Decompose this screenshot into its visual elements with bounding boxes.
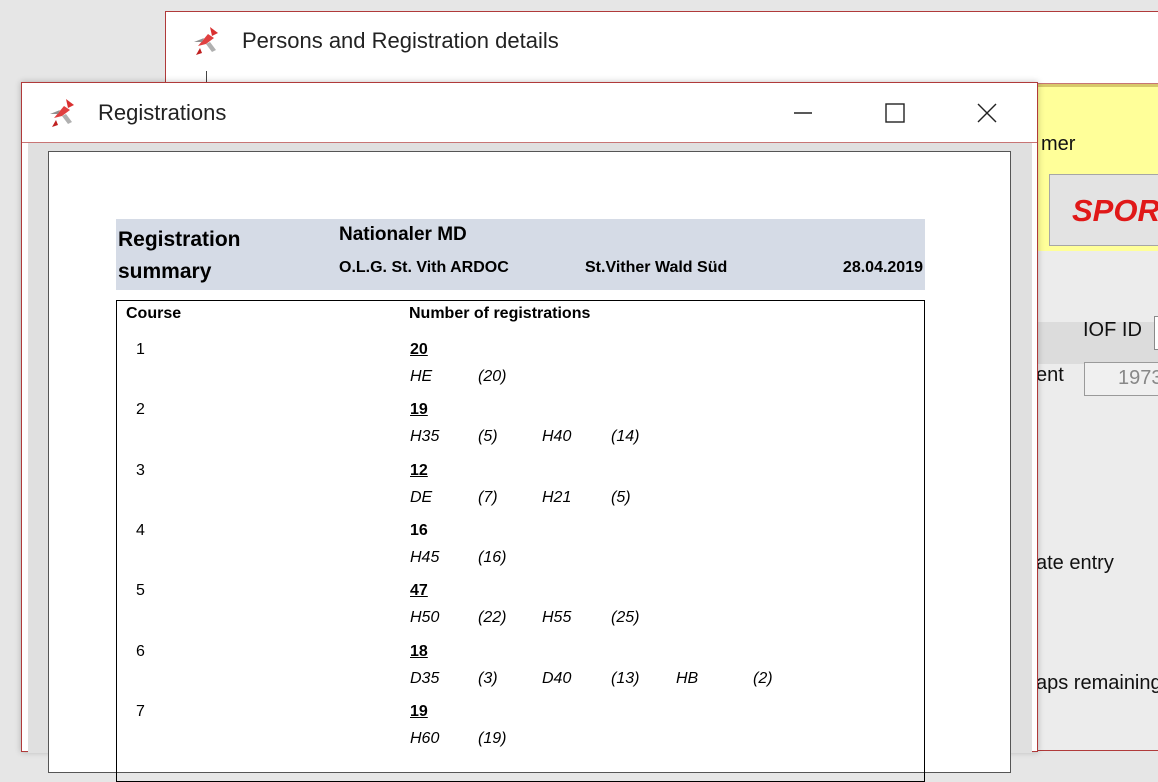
class-name: DE [410,488,433,506]
course-total: 19 [410,401,428,419]
course-total: 16 [410,521,428,539]
class-name: HE [410,368,433,385]
table-row: 1 20 HE (20) [117,341,924,402]
app-runner-icon [46,96,80,130]
summary-header: Registration summary Nationaler MD O.L.G… [116,219,925,290]
class-name: H21 [542,488,572,506]
label-mer: mer [1041,133,1076,155]
table-row: 5 47 H50 (22) H55 (25) [117,582,924,643]
class-count: (7) [478,488,498,506]
class-count: (5) [611,488,631,506]
class-count: (22) [478,609,507,627]
course-total: 12 [410,461,428,479]
map-name: St.Vither Wald Süd [585,259,728,276]
minimize-button[interactable] [780,83,826,141]
class-count: (20) [478,368,507,385]
event-name: Nationaler MD [339,224,467,245]
class-count: (2) [753,669,773,687]
course-total: 20 [410,341,428,358]
minimize-icon [794,112,812,114]
table-row: 2 19 H35 (5) H40 (14) [117,401,924,462]
class-name: H50 [410,609,440,627]
close-icon [977,103,997,123]
club-name: O.L.G. St. Vith ARDOC [339,259,509,276]
course-number: 6 [136,642,145,660]
birth-year-field[interactable]: 1973 [1084,362,1158,396]
course-number: 3 [136,461,145,479]
table-row: 4 16 H45 (16) [117,522,924,583]
report-title-line1: Registration [118,228,241,251]
registrations-table: Course Number of registrations 1 20 HE (20)… [116,300,925,782]
window-title: Registrations [98,100,227,125]
class-name: HB [676,669,699,687]
column-header-course: Course [126,305,182,322]
course-total: 47 [410,582,428,600]
course-total: 18 [410,642,428,660]
report-page: Registration summary Nationaler MD O.L.G… [48,151,1011,782]
late-entry-label: ate entry [1036,552,1114,574]
class-count: (19) [478,729,507,747]
course-number: 5 [136,582,145,600]
class-count: (16) [478,548,507,566]
course-number: 1 [136,341,145,358]
table-row: 3 12 DE (7) H21 (5) [117,462,924,523]
report-viewer[interactable]: Registration summary Nationaler MD O.L.G… [28,143,1032,782]
class-name: H45 [410,548,440,566]
app-runner-icon [190,24,224,58]
table-row: 7 19 H60 (19) [117,703,924,764]
column-header-registrations: Number of registrations [409,305,591,322]
course-number: 4 [136,521,145,539]
course-number: 7 [136,702,145,720]
class-name: H60 [410,729,440,747]
label-ent: ent [1036,364,1064,386]
sport-button-label: SPOR [1072,193,1158,228]
class-count: (13) [611,669,640,687]
sport-button[interactable]: SPOR [1049,174,1158,246]
class-name: H40 [542,428,572,446]
maps-remaining-label: aps remaining [1036,672,1158,694]
class-count: (14) [611,428,640,446]
bg-window-title: Persons and Registration details [242,28,559,53]
iof-id-input[interactable] [1154,316,1158,350]
iof-id-label: IOF ID [1083,319,1142,341]
class-name: D40 [542,669,572,687]
report-title-line2: summary [118,260,212,283]
table-row: 6 18 D35 (3) D40 (13) HB (2) [117,643,924,704]
class-count: (25) [611,609,640,627]
class-count: (3) [478,669,498,687]
class-count: (5) [478,428,498,446]
registrations-window[interactable]: Registrations Registration summary Natio… [21,82,1038,782]
title-bar[interactable]: Registrations [22,83,1037,143]
maximize-button[interactable] [872,83,918,141]
report-title: Registration summary [118,224,241,288]
close-button[interactable] [964,83,1010,141]
class-name: H55 [542,609,572,627]
course-number: 2 [136,401,145,419]
class-name: D35 [410,669,440,687]
maximize-icon [885,103,905,123]
bg-title-bar[interactable]: Persons and Registration details [166,12,1158,70]
class-name: H35 [410,428,440,446]
event-date: 28.04.2019 [842,259,923,276]
course-total: 19 [410,702,428,720]
